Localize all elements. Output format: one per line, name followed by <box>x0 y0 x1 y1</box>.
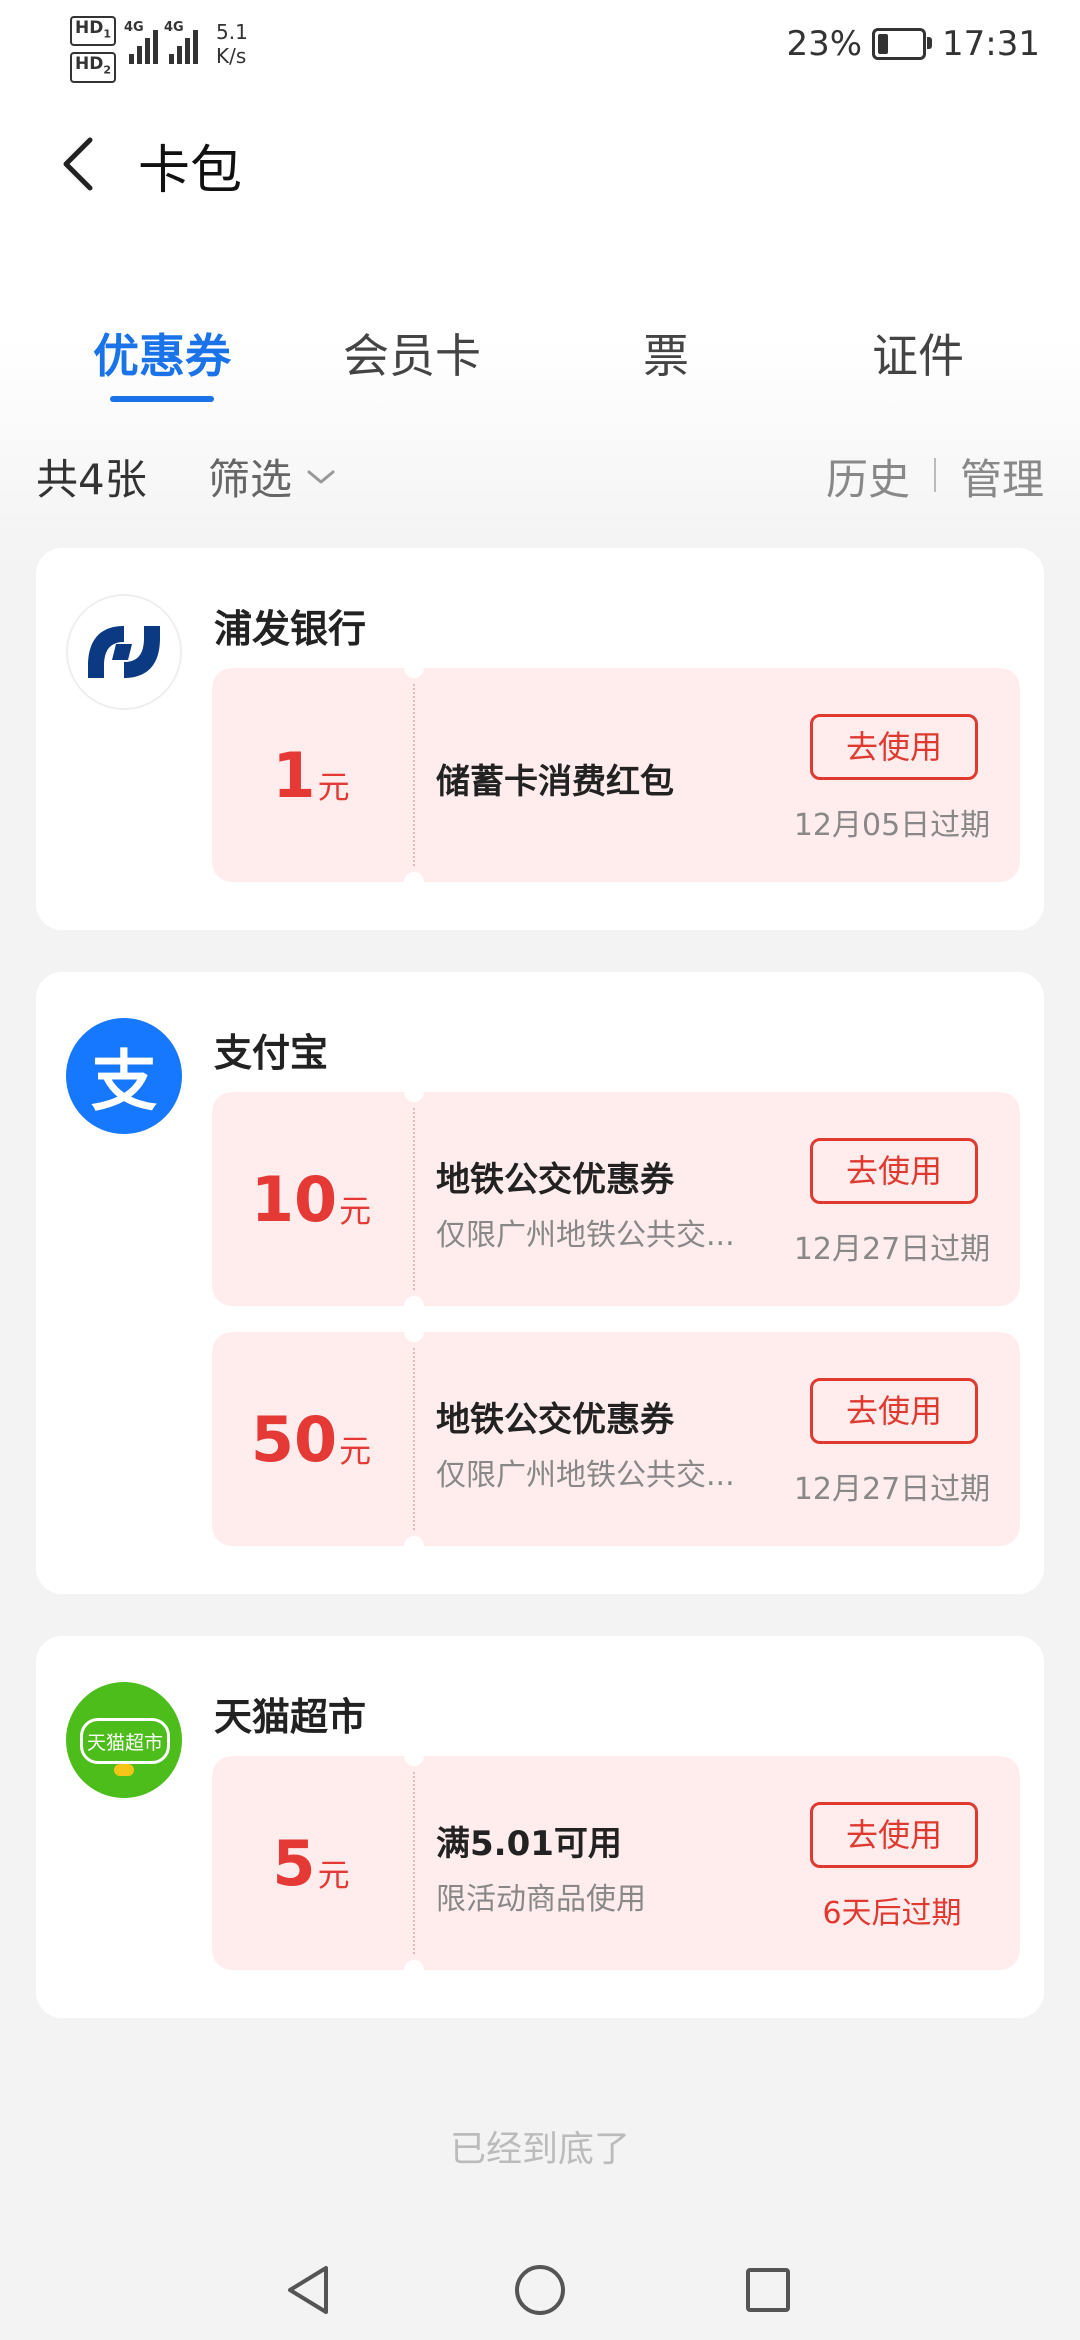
triangle-back-icon <box>288 2266 328 2314</box>
merchant-card-spdb: 浦发银行 1元 储蓄卡消费红包 去使用 12月05日过期 <box>36 548 1044 930</box>
summary-row: 共4张 筛选 历史 管理 <box>0 440 1080 510</box>
signal-2-icon: 4G <box>164 20 198 64</box>
coupon-item[interactable]: 10 元 地铁公交优惠券 仅限广州地铁公共交... 去使用 12月27日过期 <box>212 1082 1020 1316</box>
coupon-amount: 5元 <box>272 1826 350 1900</box>
circle-home-icon <box>515 2265 565 2315</box>
battery-percent: 23% <box>786 24 863 64</box>
chevron-down-icon <box>307 470 335 483</box>
coupon-description: 仅限广州地铁公共交... <box>436 1218 735 1253</box>
merchant-card-tmall: 天猫超市 天猫超市 5元 满5.01可用 限活动商品使用 去使用 6天后过期 <box>36 1636 1044 2018</box>
chevron-left-icon <box>63 137 93 191</box>
merchant-name: 支付宝 <box>214 1031 329 1075</box>
network-speed: 5.1 K/s <box>216 20 248 68</box>
tab-bar: 优惠券 会员卡 票 证件 <box>0 300 1080 410</box>
hd-voice-1-icon: HD1 <box>70 16 116 47</box>
coupon-amount: 50 元 <box>250 1402 372 1476</box>
status-bar: HD1 HD2 4G 4G 5.1 K/s 23% 17:31 <box>0 0 1080 90</box>
battery-icon <box>872 28 933 60</box>
merchant-name: 浦发银行 <box>214 607 367 651</box>
tab-tickets[interactable]: 票 <box>536 320 796 386</box>
use-coupon-button[interactable]: 去使用 <box>810 1802 978 1868</box>
merchant-name: 天猫超市 <box>214 1695 367 1739</box>
coupon-name: 地铁公交优惠券 <box>436 1400 674 1440</box>
coupon-amount: 10 元 <box>250 1162 372 1236</box>
end-of-list-label: 已经到底了 <box>449 2129 630 2170</box>
coupon-item[interactable]: 50 元 地铁公交优惠券 仅限广州地铁公共交... 去使用 12月27日过期 <box>212 1322 1020 1556</box>
page-title: 卡包 <box>138 141 243 201</box>
active-tab-indicator <box>110 396 214 402</box>
coupon-name: 地铁公交优惠券 <box>436 1160 674 1200</box>
filter-button[interactable]: 筛选 <box>208 446 336 507</box>
app-header: 卡包 <box>0 110 1080 220</box>
alipay-logo: 支 <box>66 1018 182 1134</box>
coupon-expiry: 12月27日过期 <box>793 1472 991 1507</box>
coupon-name: 储蓄卡消费红包 <box>436 762 674 802</box>
use-coupon-button[interactable]: 去使用 <box>810 1138 978 1204</box>
use-coupon-button[interactable]: 去使用 <box>810 714 978 780</box>
hd-voice-2-icon: HD2 <box>70 52 116 83</box>
tab-documents[interactable]: 证件 <box>788 320 1048 386</box>
nav-recents-button[interactable] <box>728 2250 808 2330</box>
square-recents-icon <box>746 2268 790 2312</box>
coupon-expiry: 12月27日过期 <box>793 1232 991 1267</box>
coupon-expiry: 12月05日过期 <box>793 808 991 843</box>
spdb-logo <box>66 594 182 710</box>
nav-home-button[interactable] <box>500 2250 580 2330</box>
history-button[interactable]: 历史 <box>826 446 910 507</box>
coupon-item[interactable]: 5元 满5.01可用 限活动商品使用 去使用 6天后过期 <box>212 1746 1020 1980</box>
use-coupon-button[interactable]: 去使用 <box>810 1378 978 1444</box>
coupon-amount: 1元 <box>272 738 350 812</box>
nav-back-button[interactable] <box>268 2250 348 2330</box>
tmall-supermarket-logo: 天猫超市 <box>66 1682 182 1798</box>
merchant-card-alipay: 支 支付宝 10 元 地铁公交优惠券 仅限广州地铁公共交... 去使用 12月27… <box>36 972 1044 1594</box>
manage-button[interactable]: 管理 <box>960 446 1044 507</box>
coupon-expiry: 6天后过期 <box>822 1896 962 1931</box>
signal-1-icon: 4G <box>124 20 158 64</box>
coupon-description: 仅限广州地铁公共交... <box>436 1458 735 1493</box>
tab-membership-cards[interactable]: 会员卡 <box>282 320 542 386</box>
coupon-count: 共4张 <box>36 455 147 504</box>
clock: 17:31 <box>942 24 1040 64</box>
coupon-name: 满5.01可用 <box>436 1824 622 1864</box>
coupon-item[interactable]: 1元 储蓄卡消费红包 去使用 12月05日过期 <box>212 658 1020 892</box>
tab-coupons[interactable]: 优惠券 <box>32 320 292 386</box>
divider <box>934 458 936 492</box>
coupon-description: 限活动商品使用 <box>436 1882 646 1917</box>
system-nav-bar <box>0 2240 1080 2340</box>
back-button[interactable] <box>40 124 120 204</box>
